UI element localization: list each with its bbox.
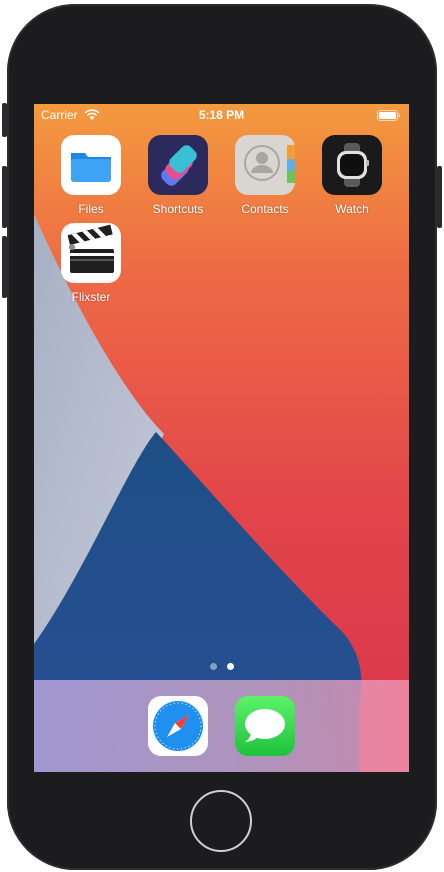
volume-down-button (2, 236, 7, 298)
app-files[interactable]: Files (51, 135, 131, 216)
volume-up-button (2, 166, 7, 228)
app-shortcuts[interactable]: Shortcuts (138, 135, 218, 216)
page-dot[interactable] (209, 663, 217, 670)
app-label: Watch (335, 202, 369, 216)
power-button (437, 166, 442, 228)
safari-icon[interactable] (148, 696, 208, 756)
clock-time: 5:18 PM (198, 108, 245, 122)
status-bar: Carrier 5:18 PM (34, 104, 409, 126)
app-label: Shortcuts (152, 202, 204, 216)
clapperboard-icon (61, 223, 121, 283)
home-button[interactable] (190, 790, 252, 852)
files-icon (61, 135, 121, 195)
battery-icon (377, 110, 400, 121)
app-watch[interactable]: Watch (312, 135, 392, 216)
home-screen: Carrier 5:18 PM Files Shortcuts Contacts… (34, 104, 409, 772)
mute-switch (2, 103, 7, 137)
watch-icon (322, 135, 382, 195)
dock (34, 680, 409, 772)
contacts-icon (235, 135, 295, 195)
app-flixster[interactable]: Flixster (51, 223, 131, 304)
app-contacts[interactable]: Contacts (225, 135, 305, 216)
app-label: Contacts (241, 202, 289, 216)
phone-device: Carrier 5:18 PM Files Shortcuts Contacts… (0, 0, 444, 872)
app-label: Flixster (71, 290, 111, 304)
messages-icon[interactable] (235, 696, 295, 756)
shortcuts-icon (148, 135, 208, 195)
page-dot-active[interactable] (226, 663, 234, 670)
app-label: Files (78, 202, 104, 216)
page-indicator[interactable] (34, 657, 409, 670)
